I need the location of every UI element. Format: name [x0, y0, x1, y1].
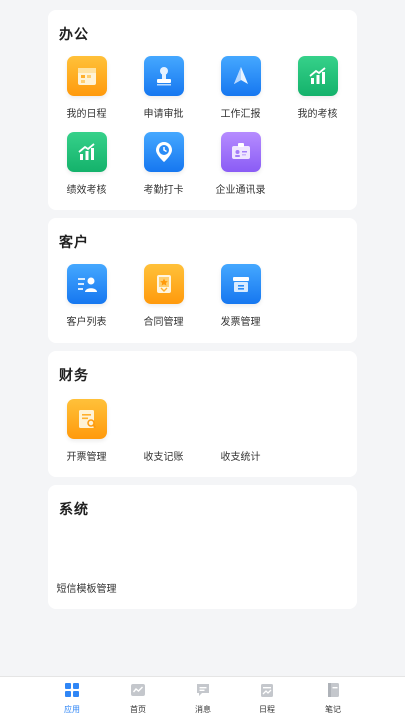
section-system: 系统 短信模板管理 — [48, 485, 357, 609]
app-label: 考勤打卡 — [143, 185, 184, 196]
app-my-assessment[interactable]: 我的考核 — [279, 56, 356, 120]
tab-label: 消息 — [195, 705, 211, 714]
app-label: 客户列表 — [66, 317, 107, 328]
app-label: 合同管理 — [143, 317, 184, 328]
app-customer-list[interactable]: 客户列表 — [48, 264, 125, 328]
tab-label: 应用 — [64, 705, 80, 714]
app-income-expense-bookkeeping[interactable]: 收支记账 — [125, 448, 202, 463]
tab-schedule[interactable]: 日程 — [247, 682, 287, 715]
app-label: 我的日程 — [66, 109, 107, 120]
app-income-expense-statistics[interactable]: 收支统计 — [202, 448, 279, 463]
paper-plane-icon — [220, 56, 261, 96]
app-label: 收支统计 — [220, 452, 261, 463]
app-invoicing-management[interactable]: 开票管理 — [48, 399, 125, 463]
calendar-icon — [66, 56, 107, 96]
growth-chart-icon — [297, 56, 338, 96]
app-my-schedule[interactable]: 我的日程 — [48, 56, 125, 120]
notebook-icon — [325, 682, 341, 698]
app-label: 工作汇报 — [220, 109, 261, 120]
app-label: 发票管理 — [220, 317, 261, 328]
tab-label: 首页 — [130, 705, 146, 714]
app-performance-assessment[interactable]: 绩效考核 — [48, 132, 125, 196]
app-label: 我的考核 — [297, 109, 338, 120]
contact-card-icon — [220, 132, 261, 172]
tab-label: 日程 — [259, 705, 275, 714]
section-office: 办公 我的日程 申请审批 工作汇报 我的考核 绩效考核 考勤打卡 企业通讯录 — [48, 10, 357, 210]
app-attendance-checkin[interactable]: 考勤打卡 — [125, 132, 202, 196]
tab-notes[interactable]: 笔记 — [313, 682, 353, 715]
bill-icon — [66, 399, 107, 439]
app-label: 收支记账 — [143, 452, 184, 463]
section-title: 系统 — [59, 502, 89, 518]
contract-icon — [143, 264, 184, 304]
app-label: 短信模板管理 — [56, 584, 117, 595]
section-finance: 财务 开票管理 收支记账 收支统计 — [48, 351, 357, 477]
app-contract-management[interactable]: 合同管理 — [125, 264, 202, 328]
apps-grid-icon — [64, 682, 80, 698]
invoice-box-icon — [220, 264, 261, 304]
tab-apps[interactable]: 应用 — [52, 682, 92, 715]
app-label: 企业通讯录 — [215, 185, 266, 196]
tab-home[interactable]: 首页 — [118, 682, 158, 715]
app-work-report[interactable]: 工作汇报 — [202, 56, 279, 120]
app-sms-template-management[interactable]: 短信模板管理 — [48, 580, 125, 595]
tab-messages[interactable]: 消息 — [183, 682, 223, 715]
app-label: 绩效考核 — [66, 185, 107, 196]
tab-label: 笔记 — [325, 705, 341, 714]
section-customer: 客户 客户列表 合同管理 发票管理 — [48, 218, 357, 343]
section-title: 客户 — [59, 235, 89, 251]
app-label: 申请审批 — [143, 109, 184, 120]
app-label: 开票管理 — [66, 452, 107, 463]
clock-pin-icon — [143, 132, 184, 172]
section-title: 办公 — [59, 27, 89, 43]
customer-list-icon — [66, 264, 107, 304]
stamp-icon — [143, 56, 184, 96]
schedule-icon — [259, 682, 275, 698]
app-invoice-management[interactable]: 发票管理 — [202, 264, 279, 328]
message-icon — [195, 682, 211, 698]
growth-chart-icon — [66, 132, 107, 172]
app-apply-approval[interactable]: 申请审批 — [125, 56, 202, 120]
app-company-directory[interactable]: 企业通讯录 — [202, 132, 279, 196]
home-chart-icon — [130, 682, 146, 698]
bottom-tab-bar: 应用 首页 消息 日程 笔记 — [0, 676, 405, 720]
section-title: 财务 — [59, 368, 89, 384]
